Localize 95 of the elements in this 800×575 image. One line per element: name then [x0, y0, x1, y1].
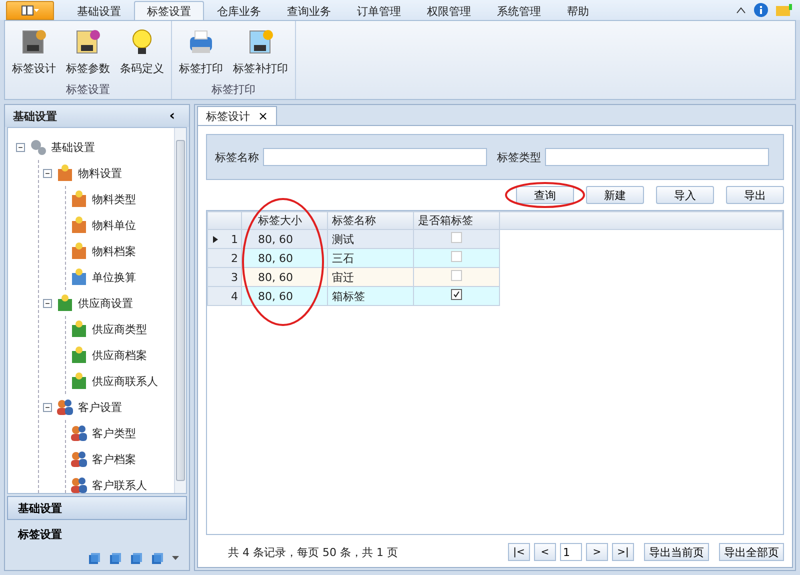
window-icon [21, 5, 39, 16]
checkbox[interactable] [451, 289, 462, 300]
menu-tab[interactable]: 仓库业务 [204, 1, 274, 20]
menu-tab[interactable]: 权限管理 [414, 1, 484, 20]
tree-item[interactable]: 供应商类型 [92, 322, 147, 336]
table-row[interactable]: 1 80, 60 测试 [208, 230, 782, 248]
nav-section[interactable]: 基础设置 [7, 496, 187, 520]
pager-button[interactable]: >| [612, 543, 634, 561]
input-field[interactable] [263, 148, 487, 166]
menu-tab[interactable]: 基础设置 [64, 1, 134, 20]
menu-tab[interactable]: 系统管理 [484, 1, 554, 20]
tree-item[interactable]: 单位换算 [92, 270, 136, 284]
ribbon-button[interactable]: 标签补打印 [230, 25, 291, 82]
cube-icon [88, 552, 100, 564]
table-cell: 宙迁 [328, 268, 414, 286]
table-cell: 三石 [328, 248, 414, 268]
table-row[interactable]: 4 80, 60 箱标签 [208, 286, 782, 306]
pager-button[interactable]: > [586, 543, 608, 561]
column-header[interactable]: 标签大小 [242, 212, 328, 230]
sidebar-title: 基础设置 [13, 108, 57, 124]
box-icon [70, 320, 88, 338]
row-number: 4 [231, 290, 238, 302]
export-button[interactable]: 导出当前页 [644, 543, 709, 561]
ribbon-button[interactable]: 标签设计 [9, 25, 59, 82]
tree-item[interactable]: 供应商档案 [92, 348, 147, 362]
tab-label: 标签设计 [206, 108, 250, 124]
cube-icon [130, 552, 142, 564]
action-button[interactable]: 导出 [726, 186, 784, 204]
nav-section[interactable]: 标签设置 [7, 522, 187, 546]
tree-item[interactable]: 物料类型 [92, 192, 136, 206]
table-row[interactable]: 3 80, 60 宙迁 [208, 268, 782, 286]
input-field[interactable] [545, 148, 769, 166]
box-icon [70, 216, 88, 234]
tree-item[interactable]: 客户设置 [78, 400, 122, 414]
tree-item[interactable]: 物料单位 [92, 218, 136, 232]
menu-tab[interactable]: 查询业务 [274, 1, 344, 20]
column-header[interactable]: 是否箱标签 [414, 212, 500, 230]
ribbon-button[interactable]: 标签参数 [63, 25, 113, 82]
document-tab[interactable]: 标签设计 × [197, 106, 278, 125]
caret-up-icon [736, 6, 746, 14]
tree-item[interactable]: 物料设置 [78, 166, 122, 180]
ribbon-button[interactable]: 标签打印 [176, 25, 226, 82]
table-cell: 箱标签 [328, 286, 414, 306]
box-icon [70, 346, 88, 364]
export-button[interactable]: 导出全部页 [719, 543, 784, 561]
mail-icon [776, 4, 792, 16]
people-icon [70, 450, 88, 468]
box-icon [70, 242, 88, 260]
people-icon [70, 424, 88, 442]
info-icon [754, 3, 768, 17]
action-button[interactable]: 新建 [586, 186, 644, 204]
row-number: 2 [231, 252, 238, 264]
minus-icon[interactable] [16, 142, 25, 152]
tree-item[interactable]: 客户类型 [92, 426, 136, 440]
minus-icon[interactable] [43, 402, 52, 412]
people-icon [56, 398, 74, 416]
pager-button[interactable]: < [534, 543, 556, 561]
menu-tab[interactable]: 帮助 [554, 1, 602, 20]
row-number: 1 [231, 232, 238, 246]
ribbon-button[interactable]: 条码定义 [117, 25, 167, 82]
field-label: 标签类型 [497, 150, 541, 164]
row-number: 3 [231, 270, 238, 284]
tree-item[interactable]: 基础设置 [51, 140, 95, 154]
people-icon [70, 476, 88, 493]
tree-item[interactable]: 物料档案 [92, 244, 136, 258]
caret-down-icon [172, 556, 179, 560]
page-input[interactable]: 1 [560, 543, 582, 561]
minus-icon[interactable] [43, 168, 52, 178]
tree-item[interactable]: 供应商联系人 [92, 374, 158, 388]
close-button[interactable]: × [258, 109, 268, 123]
scrollbar[interactable] [174, 128, 186, 493]
tree-item[interactable]: 客户档案 [92, 452, 136, 466]
box-icon [70, 372, 88, 390]
box-icon [56, 294, 74, 312]
group-title: 标签打印 [210, 82, 256, 97]
box-icon [70, 190, 88, 208]
menu-tab[interactable]: 标签设置 [134, 1, 204, 20]
app-menu-button[interactable] [6, 1, 54, 20]
collapse-button[interactable]: ‹ [163, 107, 181, 125]
action-button[interactable]: 导入 [656, 186, 714, 204]
box-icon [56, 164, 74, 182]
group-title: 标签设置 [65, 82, 111, 97]
minus-icon[interactable] [43, 298, 52, 308]
cube-icon [151, 552, 163, 564]
field-label: 标签名称 [215, 150, 259, 164]
action-button[interactable]: 查询 [516, 186, 574, 204]
column-header[interactable]: 标签名称 [328, 212, 414, 230]
table-cell: 测试 [328, 230, 414, 248]
cube-icon [109, 552, 121, 564]
record-summary: 共 4 条记录，每页 50 条，共 1 页 [228, 544, 398, 560]
pager-button[interactable]: |< [508, 543, 530, 561]
table-row[interactable]: 2 80, 60 三石 [208, 248, 782, 268]
tree-item[interactable]: 供应商设置 [78, 296, 133, 310]
menu-tab[interactable]: 订单管理 [344, 1, 414, 20]
tree-item[interactable]: 客户联系人 [92, 478, 147, 492]
